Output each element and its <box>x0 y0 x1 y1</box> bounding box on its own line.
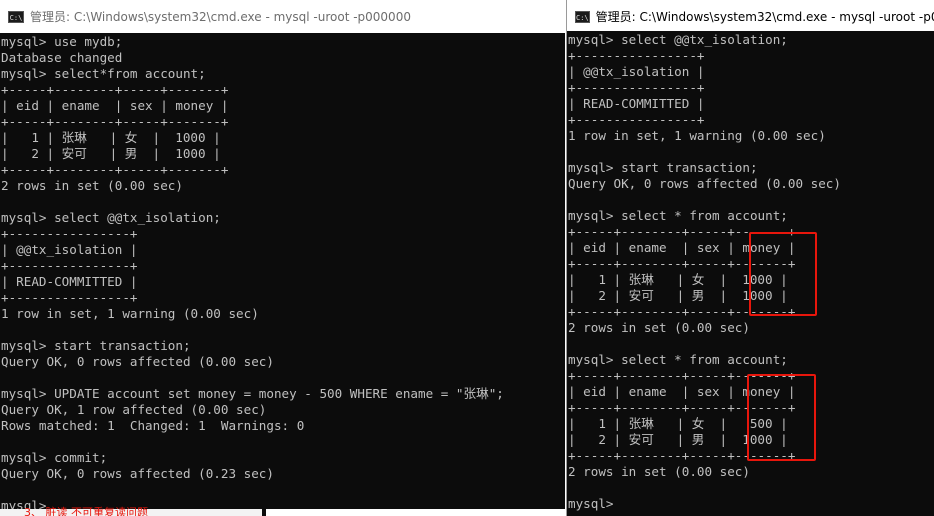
background-strip <box>266 509 565 516</box>
money-column-highlight-1 <box>749 232 817 316</box>
console-line: Database changed <box>1 50 123 65</box>
console-line: 2 rows in set (0.00 sec) <box>1 178 183 193</box>
console-line: +-----+--------+-----+-------+ <box>1 162 229 177</box>
console-line: +----------------+ <box>1 226 138 241</box>
console-line: mysql> select*from account; <box>1 66 206 81</box>
right-title-bar[interactable]: C:\ 管理员: C:\Windows\system32\cmd.exe - m… <box>567 0 934 33</box>
cmd-icon: C:\ <box>575 10 590 23</box>
console-line: +----------------+ <box>1 258 138 273</box>
console-line: +----------------+ <box>568 48 705 63</box>
console-line: Query OK, 0 rows affected (0.00 sec) <box>568 176 841 191</box>
console-line: 1 row in set, 1 warning (0.00 sec) <box>568 128 826 143</box>
console-line: | @@tx_isolation | <box>1 242 138 257</box>
console-line: | eid | ename | sex | money | <box>1 98 229 113</box>
console-line: mysql> select @@tx_isolation; <box>568 32 788 47</box>
right-console[interactable]: mysql> select @@tx_isolation; +----------… <box>567 31 934 516</box>
console-line: +-----+--------+-----+-------+ <box>1 82 229 97</box>
console-line: mysql> <box>568 496 614 511</box>
console-line: mysql> UPDATE account set money = money … <box>1 386 504 401</box>
console-line: mysql> select @@tx_isolation; <box>1 210 221 225</box>
right-cmd-window[interactable]: C:\ 管理员: C:\Windows\system32\cmd.exe - m… <box>566 0 934 516</box>
left-console[interactable]: mysql> use mydb; Database changed mysql> s… <box>0 33 565 516</box>
console-line: +----------------+ <box>568 80 705 95</box>
console-line: Query OK, 0 rows affected (0.00 sec) <box>1 354 274 369</box>
console-line: | 1 | 张琳 | 女 | 1000 | <box>1 130 221 145</box>
cmd-icon: C:\ <box>8 10 24 23</box>
console-line: 2 rows in set (0.00 sec) <box>568 320 750 335</box>
console-line: | @@tx_isolation | <box>568 64 705 79</box>
background-document-text: 3、 脏读 不可重复读问题 <box>24 506 148 516</box>
console-line: +----------------+ <box>1 290 138 305</box>
console-line: Query OK, 1 row affected (0.00 sec) <box>1 402 267 417</box>
console-line: 2 rows in set (0.00 sec) <box>568 464 750 479</box>
console-line: 1 row in set, 1 warning (0.00 sec) <box>1 306 259 321</box>
money-column-highlight-2 <box>747 374 816 461</box>
console-line: +-----+--------+-----+-------+ <box>1 114 229 129</box>
console-line: | READ-COMMITTED | <box>1 274 138 289</box>
console-line: +----------------+ <box>568 112 705 127</box>
right-window-title: 管理员: C:\Windows\system32\cmd.exe - mysql… <box>595 10 934 24</box>
console-line: mysql> use mydb; <box>1 34 123 49</box>
console-line: mysql> start transaction; <box>1 338 191 353</box>
console-line: | 2 | 安可 | 男 | 1000 | <box>1 146 221 161</box>
console-line: mysql> select * from account; <box>568 352 788 367</box>
console-line: Query OK, 0 rows affected (0.23 sec) <box>1 466 274 481</box>
background-document-strip: 3、 脏读 不可重复读问题 <box>0 506 262 516</box>
console-line: mysql> select * from account; <box>568 208 788 223</box>
console-line: mysql> commit; <box>1 450 108 465</box>
left-console-output: mysql> use mydb; Database changed mysql> s… <box>1 34 504 514</box>
left-window-title: 管理员: C:\Windows\system32\cmd.exe - mysql… <box>30 10 411 24</box>
console-line: mysql> start transaction; <box>568 160 758 175</box>
left-cmd-window[interactable]: C:\ 管理员: C:\Windows\system32\cmd.exe - m… <box>0 0 565 516</box>
left-title-bar[interactable]: C:\ 管理员: C:\Windows\system32\cmd.exe - m… <box>0 0 565 33</box>
console-line: Rows matched: 1 Changed: 1 Warnings: 0 <box>1 418 305 433</box>
console-line: | READ-COMMITTED | <box>568 96 705 111</box>
